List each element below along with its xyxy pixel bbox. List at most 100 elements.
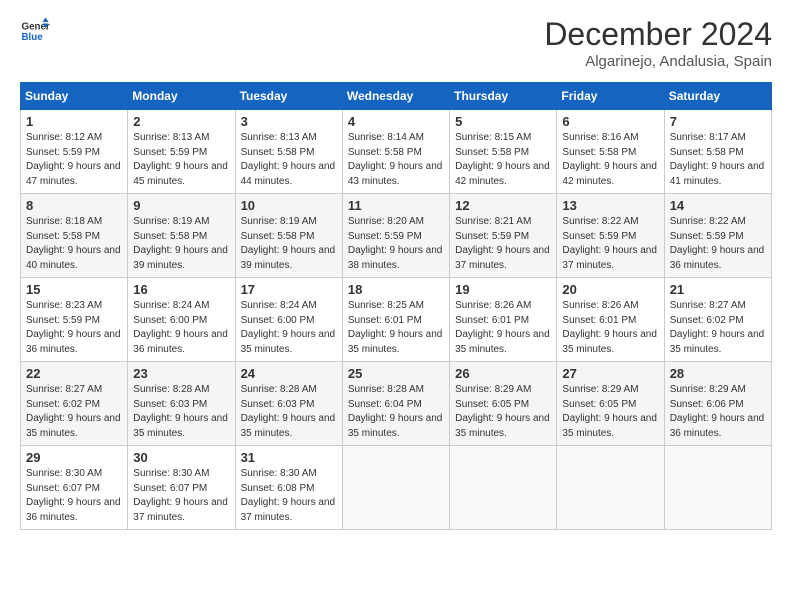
day-info: Sunrise: 8:16 AMSunset: 5:58 PMDaylight:…	[562, 131, 658, 189]
day-info: Sunrise: 8:14 AMSunset: 5:58 PMDaylight:…	[348, 131, 444, 189]
day-info: Sunrise: 8:23 AMSunset: 5:59 PMDaylight:…	[26, 299, 122, 357]
weekday-header: Tuesday	[235, 83, 342, 110]
day-number: 2	[133, 114, 229, 129]
day-number: 6	[562, 114, 658, 129]
day-number: 28	[670, 366, 766, 381]
day-number: 22	[26, 366, 122, 381]
calendar-cell: 9 Sunrise: 8:19 AMSunset: 5:58 PMDaylight…	[128, 194, 235, 278]
day-info: Sunrise: 8:19 AMSunset: 5:58 PMDaylight:…	[133, 215, 229, 273]
calendar-cell: 8Sunrise: 8:18 AMSunset: 5:58 PMDaylight…	[21, 194, 128, 278]
calendar-cell: 15 Sunrise: 8:23 AMSunset: 5:59 PMDayligh…	[21, 278, 128, 362]
day-number: 17	[241, 282, 337, 297]
day-info: Sunrise: 8:22 AMSunset: 5:59 PMDaylight:…	[670, 215, 766, 273]
calendar-week-row: 1Sunrise: 8:12 AMSunset: 5:59 PMDaylight…	[21, 110, 772, 194]
calendar-cell: 11 Sunrise: 8:20 AMSunset: 5:59 PMDayligh…	[342, 194, 449, 278]
month-title: December 2024	[544, 16, 772, 53]
day-number: 12	[455, 198, 551, 213]
day-info: Sunrise: 8:28 AMSunset: 6:03 PMDaylight:…	[133, 383, 229, 441]
day-number: 20	[562, 282, 658, 297]
calendar-cell: 27 Sunrise: 8:29 AMSunset: 6:05 PMDayligh…	[557, 362, 664, 446]
title-block: December 2024 Algarinejo, Andalusia, Spa…	[544, 16, 772, 70]
calendar-cell: 12 Sunrise: 8:21 AMSunset: 5:59 PMDayligh…	[450, 194, 557, 278]
calendar-cell: 29 Sunrise: 8:30 AMSunset: 6:07 PMDayligh…	[21, 446, 128, 530]
day-info: Sunrise: 8:30 AMSunset: 6:07 PMDaylight:…	[26, 467, 122, 525]
day-info: Sunrise: 8:28 AMSunset: 6:04 PMDaylight:…	[348, 383, 444, 441]
day-number: 13	[562, 198, 658, 213]
day-info: Sunrise: 8:24 AMSunset: 6:00 PMDaylight:…	[241, 299, 337, 357]
weekday-header: Thursday	[450, 83, 557, 110]
day-number: 9	[133, 198, 229, 213]
calendar-cell: 28Sunrise: 8:29 AMSunset: 6:06 PMDayligh…	[664, 362, 771, 446]
day-info: Sunrise: 8:13 AMSunset: 5:58 PMDaylight:…	[241, 131, 337, 189]
day-info: Sunrise: 8:25 AMSunset: 6:01 PMDaylight:…	[348, 299, 444, 357]
day-number: 29	[26, 450, 122, 465]
calendar-cell: 5 Sunrise: 8:15 AMSunset: 5:58 PMDaylight…	[450, 110, 557, 194]
logo-icon: General Blue	[20, 16, 50, 46]
svg-text:Blue: Blue	[22, 32, 44, 43]
calendar-cell: 30 Sunrise: 8:30 AMSunset: 6:07 PMDayligh…	[128, 446, 235, 530]
day-info: Sunrise: 8:30 AMSunset: 6:08 PMDaylight:…	[241, 467, 337, 525]
weekday-header-row: SundayMondayTuesdayWednesdayThursdayFrid…	[21, 83, 772, 110]
calendar-table: SundayMondayTuesdayWednesdayThursdayFrid…	[20, 82, 772, 530]
day-number: 11	[348, 198, 444, 213]
day-info: Sunrise: 8:21 AMSunset: 5:59 PMDaylight:…	[455, 215, 551, 273]
calendar-cell: 20Sunrise: 8:26 AMSunset: 6:01 PMDayligh…	[557, 278, 664, 362]
day-info: Sunrise: 8:27 AMSunset: 6:02 PMDaylight:…	[26, 383, 122, 441]
location-subtitle: Algarinejo, Andalusia, Spain	[544, 53, 772, 70]
day-info: Sunrise: 8:26 AMSunset: 6:01 PMDaylight:…	[455, 299, 551, 357]
day-number: 18	[348, 282, 444, 297]
calendar-cell: 1Sunrise: 8:12 AMSunset: 5:59 PMDaylight…	[21, 110, 128, 194]
day-number: 25	[348, 366, 444, 381]
logo: General Blue	[20, 16, 50, 46]
calendar-cell: 6 Sunrise: 8:16 AMSunset: 5:58 PMDaylight…	[557, 110, 664, 194]
day-info: Sunrise: 8:20 AMSunset: 5:59 PMDaylight:…	[348, 215, 444, 273]
day-number: 27	[562, 366, 658, 381]
day-number: 10	[241, 198, 337, 213]
day-number: 23	[133, 366, 229, 381]
calendar-cell: 25 Sunrise: 8:28 AMSunset: 6:04 PMDayligh…	[342, 362, 449, 446]
calendar-week-row: 8Sunrise: 8:18 AMSunset: 5:58 PMDaylight…	[21, 194, 772, 278]
calendar-cell: 22 Sunrise: 8:27 AMSunset: 6:02 PMDayligh…	[21, 362, 128, 446]
day-number: 26	[455, 366, 551, 381]
calendar-cell: 18 Sunrise: 8:25 AMSunset: 6:01 PMDayligh…	[342, 278, 449, 362]
calendar-cell	[664, 446, 771, 530]
weekday-header: Friday	[557, 83, 664, 110]
day-info: Sunrise: 8:12 AMSunset: 5:59 PMDaylight:…	[26, 131, 122, 189]
calendar-cell	[450, 446, 557, 530]
calendar-week-row: 15 Sunrise: 8:23 AMSunset: 5:59 PMDayligh…	[21, 278, 772, 362]
day-number: 30	[133, 450, 229, 465]
calendar-cell: 13 Sunrise: 8:22 AMSunset: 5:59 PMDayligh…	[557, 194, 664, 278]
calendar-cell: 23 Sunrise: 8:28 AMSunset: 6:03 PMDayligh…	[128, 362, 235, 446]
calendar-week-row: 22 Sunrise: 8:27 AMSunset: 6:02 PMDayligh…	[21, 362, 772, 446]
day-info: Sunrise: 8:18 AMSunset: 5:58 PMDaylight:…	[26, 215, 122, 273]
calendar-cell: 10 Sunrise: 8:19 AMSunset: 5:58 PMDayligh…	[235, 194, 342, 278]
day-number: 4	[348, 114, 444, 129]
day-number: 15	[26, 282, 122, 297]
calendar-cell: 31 Sunrise: 8:30 AMSunset: 6:08 PMDayligh…	[235, 446, 342, 530]
day-info: Sunrise: 8:29 AMSunset: 6:05 PMDaylight:…	[455, 383, 551, 441]
day-info: Sunrise: 8:15 AMSunset: 5:58 PMDaylight:…	[455, 131, 551, 189]
calendar-cell: 21 Sunrise: 8:27 AMSunset: 6:02 PMDayligh…	[664, 278, 771, 362]
day-info: Sunrise: 8:29 AMSunset: 6:05 PMDaylight:…	[562, 383, 658, 441]
day-info: Sunrise: 8:24 AMSunset: 6:00 PMDaylight:…	[133, 299, 229, 357]
day-info: Sunrise: 8:17 AMSunset: 5:58 PMDaylight:…	[670, 131, 766, 189]
day-info: Sunrise: 8:27 AMSunset: 6:02 PMDaylight:…	[670, 299, 766, 357]
day-number: 31	[241, 450, 337, 465]
day-number: 21	[670, 282, 766, 297]
calendar-cell: 7 Sunrise: 8:17 AMSunset: 5:58 PMDaylight…	[664, 110, 771, 194]
day-number: 7	[670, 114, 766, 129]
weekday-header: Sunday	[21, 83, 128, 110]
page-header: General Blue December 2024 Algarinejo, A…	[20, 16, 772, 70]
day-info: Sunrise: 8:19 AMSunset: 5:58 PMDaylight:…	[241, 215, 337, 273]
day-info: Sunrise: 8:22 AMSunset: 5:59 PMDaylight:…	[562, 215, 658, 273]
calendar-cell: 26 Sunrise: 8:29 AMSunset: 6:05 PMDayligh…	[450, 362, 557, 446]
calendar-cell	[342, 446, 449, 530]
calendar-cell: 24Sunrise: 8:28 AMSunset: 6:03 PMDayligh…	[235, 362, 342, 446]
day-number: 16	[133, 282, 229, 297]
day-number: 24	[241, 366, 337, 381]
day-info: Sunrise: 8:13 AMSunset: 5:59 PMDaylight:…	[133, 131, 229, 189]
calendar-cell: 19Sunrise: 8:26 AMSunset: 6:01 PMDayligh…	[450, 278, 557, 362]
day-info: Sunrise: 8:30 AMSunset: 6:07 PMDaylight:…	[133, 467, 229, 525]
weekday-header: Saturday	[664, 83, 771, 110]
day-number: 5	[455, 114, 551, 129]
